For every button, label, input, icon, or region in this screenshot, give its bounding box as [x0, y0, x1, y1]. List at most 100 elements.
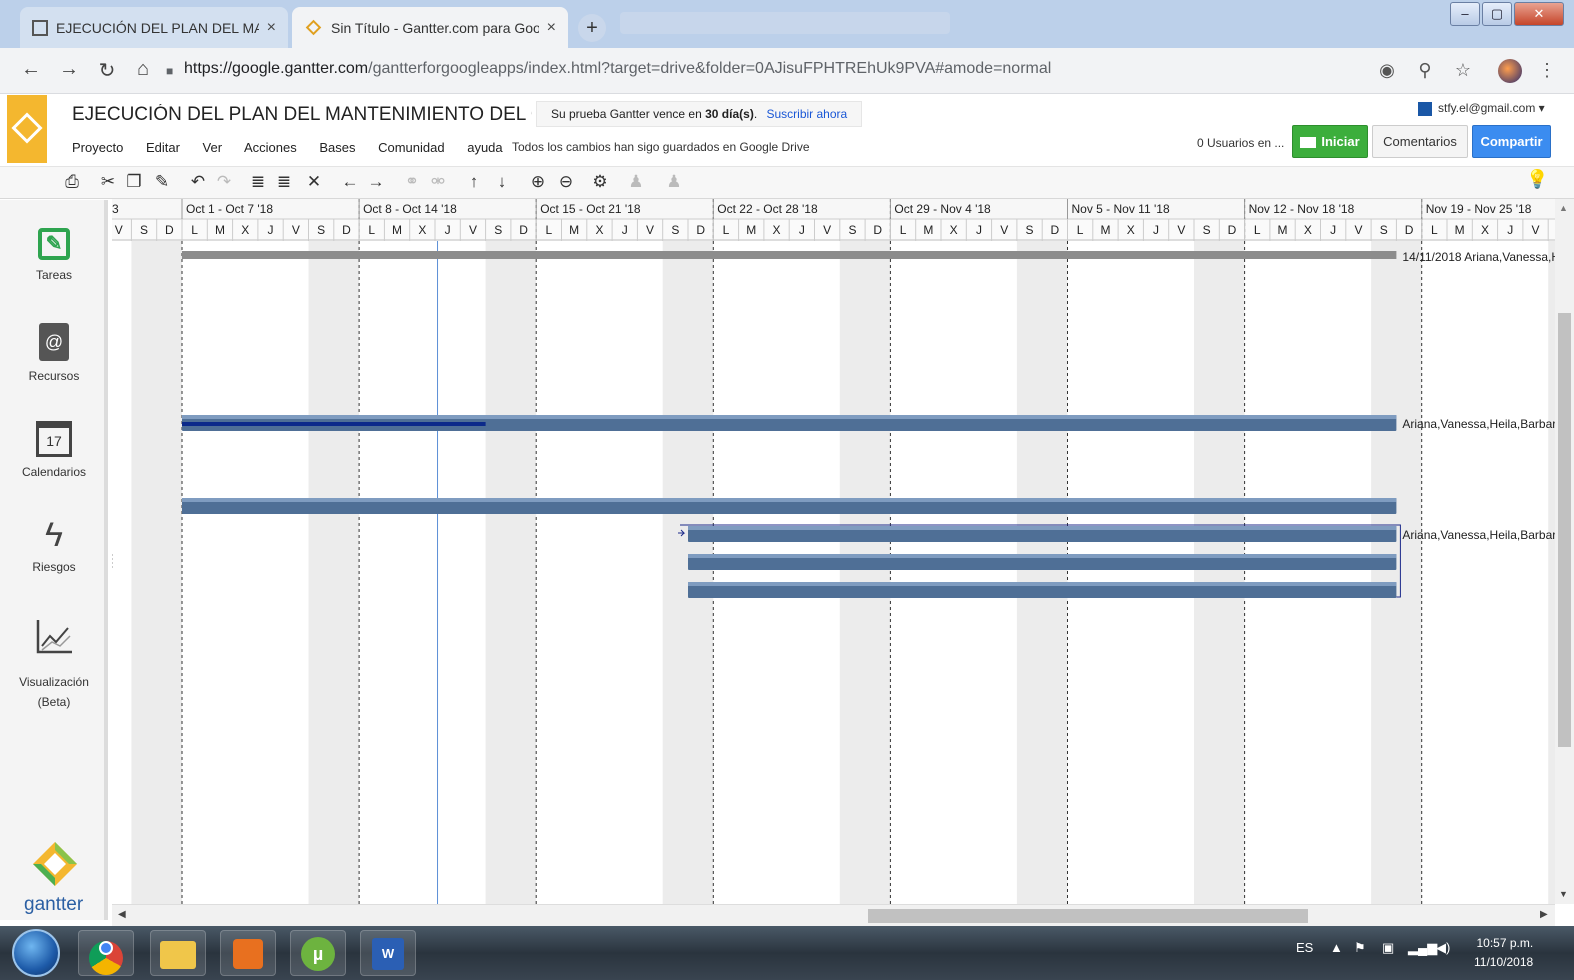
menu-acciones[interactable]: Acciones	[244, 140, 297, 155]
day-letter: J	[1153, 223, 1159, 237]
menu-bases[interactable]: Bases	[319, 140, 355, 155]
scroll-left-icon[interactable]: ◀	[118, 909, 126, 920]
sidebar-item-tareas[interactable]: ✎ Tareas	[0, 224, 108, 282]
arrow-right-icon[interactable]: →	[364, 172, 388, 192]
browser-toolbar: ← → ↻ ⌂ ■ https://google.gantter.com/gan…	[0, 48, 1574, 94]
menu-ver[interactable]: Ver	[203, 140, 223, 155]
task-bar-highlight	[182, 498, 1397, 502]
language-indicator[interactable]: ES	[1296, 940, 1313, 955]
signal-icon[interactable]: ▂▄▆	[1408, 940, 1437, 956]
day-letter: M	[1100, 223, 1110, 237]
taskbar-word[interactable]: W	[360, 930, 416, 976]
sidebar-item-calendarios[interactable]: 17 Calendarios	[0, 420, 108, 479]
start-button[interactable]	[12, 929, 60, 977]
tab-title: EJECUCIÓN DEL PLAN DEL MANTENIMIENTO	[56, 19, 259, 36]
close-tab-icon[interactable]: ×	[267, 19, 276, 37]
online-users[interactable]: 0 Usuarios en ...	[1197, 136, 1284, 150]
paste-format-icon[interactable]: ✎	[150, 172, 174, 192]
action-center-flag-icon[interactable]: ⚑	[1354, 940, 1366, 956]
zoom-in-icon[interactable]: ⊕	[526, 172, 550, 192]
sidebar-item-visualizacion[interactable]: Visualización (Beta)	[0, 616, 108, 712]
sidebar-item-recursos[interactable]: @ Recursos	[0, 322, 108, 383]
gantter-logo[interactable]	[7, 95, 47, 163]
taskbar-chrome[interactable]	[78, 930, 134, 976]
link-icon[interactable]: ⚭	[400, 172, 424, 192]
taskbar-media[interactable]	[220, 930, 276, 976]
week-label: Oct 15 - Oct 21 '18	[540, 202, 641, 216]
browser-menu-icon[interactable]: ⋮	[1535, 60, 1559, 81]
gantt-chart[interactable]: 3 Oct 1 - Oct 7 '18 Oct 8 - Oct 14 '18 Oct …	[112, 199, 1555, 904]
browser-tab-1[interactable]: EJECUCIÓN DEL PLAN DEL MANTENIMIENTO ×	[20, 7, 288, 48]
comments-button[interactable]: Comentarios	[1372, 125, 1468, 158]
share-button[interactable]: Compartir	[1472, 125, 1551, 158]
print-icon[interactable]: ⎙	[60, 172, 84, 192]
day-letter: S	[671, 223, 679, 237]
minimize-button[interactable]: –	[1450, 2, 1480, 26]
forward-icon[interactable]: →	[56, 58, 82, 81]
summary-bar[interactable]	[182, 251, 1397, 259]
subscribe-link[interactable]: Suscribir ahora	[767, 107, 848, 121]
vertical-scroll-thumb[interactable]	[1558, 313, 1571, 747]
browser-tab-2[interactable]: Sin Título - Gantter.com para Google App…	[292, 7, 568, 48]
redo-icon[interactable]: ↷	[212, 172, 236, 192]
day-letter: S	[317, 223, 325, 237]
vertical-scrollbar[interactable]: ▲ ▼	[1555, 199, 1574, 904]
menu-ayuda[interactable]: ayuda	[467, 140, 502, 155]
menu-editar[interactable]: Editar	[146, 140, 180, 155]
zoom-icon[interactable]: ⚲	[1413, 60, 1437, 81]
document-title[interactable]: EJECUCIÓN DEL PLAN DEL MANTENIMIENTO DEL…	[72, 104, 532, 126]
weekend-shade	[308, 241, 360, 904]
taskbar-utorrent[interactable]: µ	[290, 930, 346, 976]
scroll-down-icon[interactable]: ▼	[1559, 889, 1568, 899]
cut-icon[interactable]: ✂	[96, 172, 120, 192]
scroll-right-icon[interactable]: ▶	[1540, 909, 1548, 920]
new-tab-button[interactable]: +	[578, 14, 606, 42]
unlink-icon[interactable]: ⚮	[426, 172, 450, 192]
sidebar-item-riesgos[interactable]: ϟ Riesgos	[0, 518, 108, 574]
bookmark-star-icon[interactable]: ☆	[1451, 60, 1475, 81]
day-letter: J	[799, 223, 805, 237]
profile-avatar[interactable]	[1498, 59, 1522, 83]
taskbar-explorer[interactable]	[150, 930, 206, 976]
horizontal-scroll-thumb[interactable]	[868, 909, 1308, 923]
settings-icon[interactable]: ⚙	[588, 172, 612, 192]
delete-icon[interactable]: ✕	[302, 172, 326, 192]
move-down-icon[interactable]: ↓	[490, 172, 514, 192]
day-letter: S	[494, 223, 502, 237]
horizontal-scrollbar[interactable]: ◀ ▶	[112, 904, 1555, 926]
scroll-up-icon[interactable]: ▲	[1559, 203, 1568, 213]
weekend-shade	[1194, 241, 1245, 904]
day-letter: L	[1254, 223, 1261, 237]
arrow-left-icon[interactable]: ←	[338, 172, 362, 192]
undo-icon[interactable]: ↶	[186, 172, 210, 192]
address-bar[interactable]: https://google.gantter.com/gantterforgoo…	[184, 60, 1051, 78]
day-letter: M	[1455, 223, 1465, 237]
tray-up-icon[interactable]: ▲	[1330, 940, 1343, 955]
day-letter: J	[268, 223, 274, 237]
indent-icon[interactable]: ≣	[246, 172, 270, 192]
system-clock[interactable]: 10:57 p.m. 11/10/2018	[1474, 934, 1533, 972]
gantt-timeline[interactable]: 3 Oct 1 - Oct 7 '18 Oct 8 - Oct 14 '18 Oct …	[112, 199, 1555, 904]
resource-usage-icon[interactable]: ♟	[662, 172, 686, 192]
close-tab-icon[interactable]: ×	[547, 19, 556, 37]
zoom-out-icon[interactable]: ⊖	[554, 172, 578, 192]
move-up-icon[interactable]: ↑	[462, 172, 486, 192]
user-account[interactable]: stfy.el@gmail.com ▾	[1418, 101, 1545, 116]
day-letter: X	[773, 223, 781, 237]
copy-icon[interactable]: ❐	[122, 172, 146, 192]
assign-resource-icon[interactable]: ♟	[624, 172, 648, 192]
outdent-icon[interactable]: ≣	[272, 172, 296, 192]
back-icon[interactable]: ←	[18, 58, 44, 81]
network-device-icon[interactable]: ▣	[1382, 940, 1394, 956]
volume-icon[interactable]: ◀)	[1436, 940, 1450, 956]
home-icon[interactable]: ⌂	[130, 58, 156, 81]
extension-icon[interactable]: ◉	[1375, 60, 1399, 81]
menu-proyecto[interactable]: Proyecto	[72, 140, 123, 155]
menu-comunidad[interactable]: Comunidad	[378, 140, 445, 155]
reload-icon[interactable]: ↻	[94, 58, 120, 83]
close-window-button[interactable]: ✕	[1514, 2, 1564, 26]
maximize-button[interactable]: ▢	[1482, 2, 1512, 26]
lightbulb-icon[interactable]: 💡	[1526, 169, 1548, 190]
day-letter: S	[848, 223, 856, 237]
start-video-button[interactable]: Iniciar	[1292, 125, 1368, 158]
